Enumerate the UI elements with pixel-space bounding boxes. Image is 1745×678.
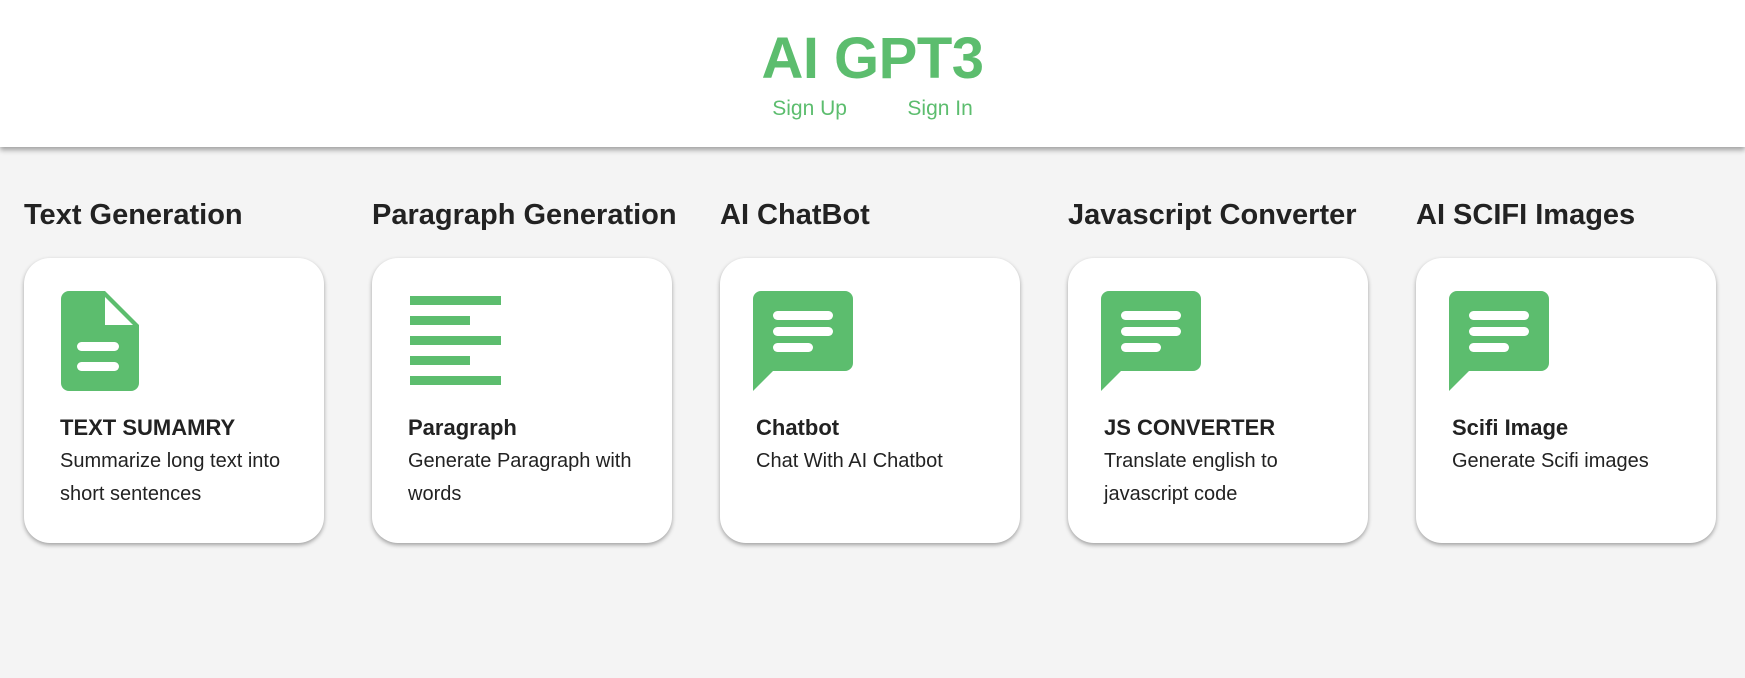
card-title: TEXT SUMAMRY — [60, 415, 236, 440]
tool-card-text-summary[interactable]: TEXT SUMAMRY Summarize long text into sh… — [24, 258, 324, 543]
tool-card-js-converter[interactable]: JS CONVERTER Translate english to javasc… — [1068, 258, 1368, 543]
card-description: Generate Paragraph with words — [408, 450, 632, 505]
card-title: Paragraph — [408, 415, 517, 440]
tool-card-paragraph[interactable]: Paragraph Generate Paragraph with words — [372, 258, 672, 543]
section-heading: Paragraph Generation — [372, 199, 677, 231]
section-heading: AI ChatBot — [720, 199, 870, 231]
paragraph-lines-icon — [410, 296, 501, 385]
sign-up-link[interactable]: Sign Up — [772, 96, 847, 122]
card-description: Chat With AI Chatbot — [756, 450, 943, 472]
card-title: Scifi Image — [1452, 415, 1569, 440]
chat-bubble-icon — [753, 291, 853, 391]
card-description: Translate english to javascript code — [1104, 450, 1278, 505]
top-header: AI GPT3 Sign Up Sign In — [0, 0, 1745, 147]
section-heading: Text Generation — [24, 199, 243, 231]
card-title: Chatbot — [756, 415, 840, 440]
chat-bubble-icon — [1449, 291, 1549, 391]
auth-nav: Sign Up Sign In — [0, 96, 1745, 122]
section-heading: AI SCIFI Images — [1416, 199, 1636, 231]
sign-in-link[interactable]: Sign In — [907, 96, 972, 122]
chat-bubble-icon — [1101, 291, 1201, 391]
brand-title[interactable]: AI GPT3 — [0, 24, 1745, 94]
card-description: Summarize long text into short sentences — [60, 450, 281, 505]
card-description: Generate Scifi images — [1452, 450, 1649, 472]
card-title: JS CONVERTER — [1104, 415, 1276, 440]
section-heading: Javascript Converter — [1068, 199, 1357, 231]
document-icon — [61, 291, 139, 391]
tool-card-scifi-image[interactable]: Scifi Image Generate Scifi images — [1416, 258, 1716, 543]
tool-card-chatbot[interactable]: Chatbot Chat With AI Chatbot — [720, 258, 1020, 543]
